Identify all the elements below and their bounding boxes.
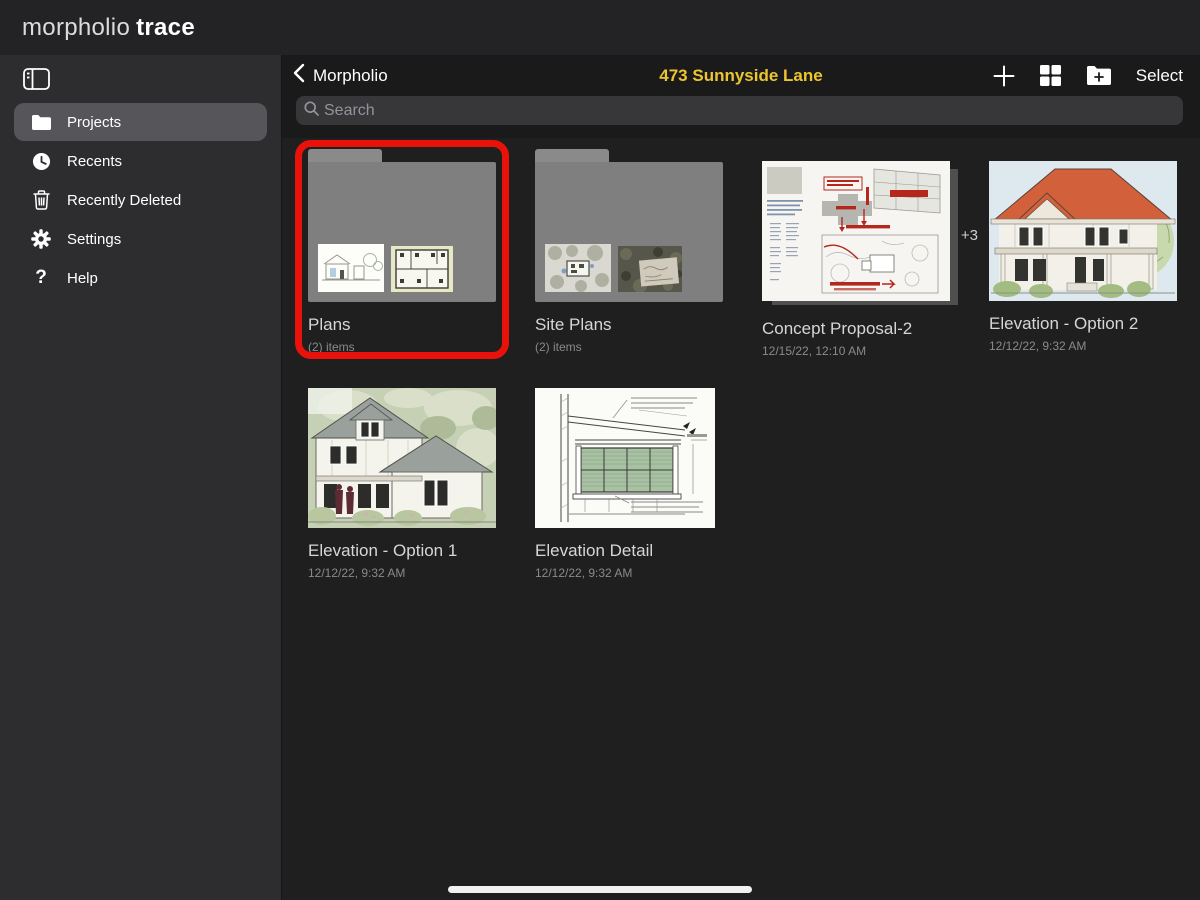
question-icon: ? — [30, 267, 52, 289]
item-title: Elevation Detail — [535, 541, 723, 561]
app-logo: morpholiotrace — [22, 14, 195, 42]
item-subtitle: 12/15/22, 12:10 AM — [762, 344, 950, 358]
grid-view-icon[interactable] — [1039, 64, 1062, 87]
grid-item-site-plans[interactable]: Site Plans (2) items — [535, 149, 723, 376]
grid-item-elevation-detail[interactable]: Elevation Detail 12/12/22, 9:32 AM — [535, 376, 723, 603]
item-title: Site Plans — [535, 315, 723, 335]
folder-thumbnail — [308, 149, 496, 302]
item-subtitle: 12/12/22, 9:32 AM — [989, 339, 1177, 353]
item-subtitle: 12/12/22, 9:32 AM — [535, 566, 723, 580]
sidebar-item-recently-deleted[interactable]: Recently Deleted — [14, 181, 267, 219]
new-folder-icon[interactable] — [1086, 65, 1112, 86]
logo-morpholio: morpholio — [22, 14, 130, 41]
elevation-option-2-thumbnail — [989, 161, 1177, 301]
item-subtitle: (2) items — [308, 340, 496, 354]
gear-icon — [30, 228, 52, 250]
sidebar-item-projects[interactable]: Projects — [14, 103, 267, 141]
app-topbar: morpholiotrace — [0, 0, 1200, 55]
item-title: Elevation - Option 1 — [308, 541, 496, 561]
sidebar-item-help[interactable]: ? Help — [14, 259, 267, 297]
more-count-badge: +3 — [961, 227, 978, 244]
folder-thumbnail — [535, 149, 723, 302]
sidebar-item-label: Projects — [67, 114, 121, 131]
grid-item-concept-proposal-2[interactable]: +3 Concept Proposal-2 12/15/22, 12:10 AM — [762, 149, 950, 376]
logo-trace: trace — [136, 14, 195, 41]
grid-item-plans[interactable]: Plans (2) items — [308, 149, 496, 376]
main-panel: Morpholio 473 Sunnyside Lane Sele — [282, 55, 1200, 900]
sidebar: Projects Recents — [0, 55, 282, 900]
app-window: morpholiotrace Projects — [0, 0, 1200, 900]
project-grid: Plans (2) items — [308, 149, 1200, 603]
main-header-area: Morpholio 473 Sunnyside Lane Sele — [282, 55, 1200, 138]
sidebar-item-label: Recents — [67, 153, 122, 170]
site-plans-mini-thumb-1 — [545, 244, 611, 292]
add-button[interactable] — [993, 65, 1015, 87]
home-indicator[interactable] — [448, 886, 752, 893]
back-button[interactable]: Morpholio — [293, 63, 388, 88]
item-title: Plans — [308, 315, 496, 335]
site-plans-mini-thumb-2 — [618, 246, 682, 292]
select-button[interactable]: Select — [1136, 66, 1183, 86]
grid-item-elevation-option-2[interactable]: Elevation - Option 2 12/12/22, 9:32 AM — [989, 149, 1177, 376]
back-button-label: Morpholio — [313, 66, 388, 86]
sidebar-item-label: Settings — [67, 231, 121, 248]
item-title: Elevation - Option 2 — [989, 314, 1177, 334]
grid-item-elevation-option-1[interactable]: Elevation - Option 1 12/12/22, 9:32 AM — [308, 376, 496, 603]
sidebar-toggle-icon[interactable] — [20, 65, 52, 93]
header-actions: Select — [993, 64, 1183, 87]
sidebar-item-label: Help — [67, 270, 98, 287]
trash-icon — [30, 189, 52, 211]
search-icon — [304, 101, 319, 121]
plans-mini-thumb-1 — [318, 244, 384, 292]
chevron-left-icon — [293, 63, 305, 88]
item-subtitle: 12/12/22, 9:32 AM — [308, 566, 496, 580]
sidebar-item-settings[interactable]: Settings — [14, 220, 267, 258]
elevation-detail-thumbnail — [535, 388, 715, 528]
sidebar-item-label: Recently Deleted — [67, 192, 181, 209]
sidebar-nav: Projects Recents — [0, 103, 281, 297]
elevation-option-1-thumbnail — [308, 388, 496, 528]
clock-icon — [30, 150, 52, 172]
sidebar-item-recents[interactable]: Recents — [14, 142, 267, 180]
search-bar[interactable] — [296, 96, 1183, 125]
item-subtitle: (2) items — [535, 340, 723, 354]
concept-proposal-thumbnail — [762, 161, 950, 301]
plans-mini-thumb-2 — [391, 246, 453, 292]
search-input[interactable] — [324, 102, 1175, 120]
folder-icon — [30, 111, 52, 133]
item-title: Concept Proposal-2 — [762, 319, 950, 339]
